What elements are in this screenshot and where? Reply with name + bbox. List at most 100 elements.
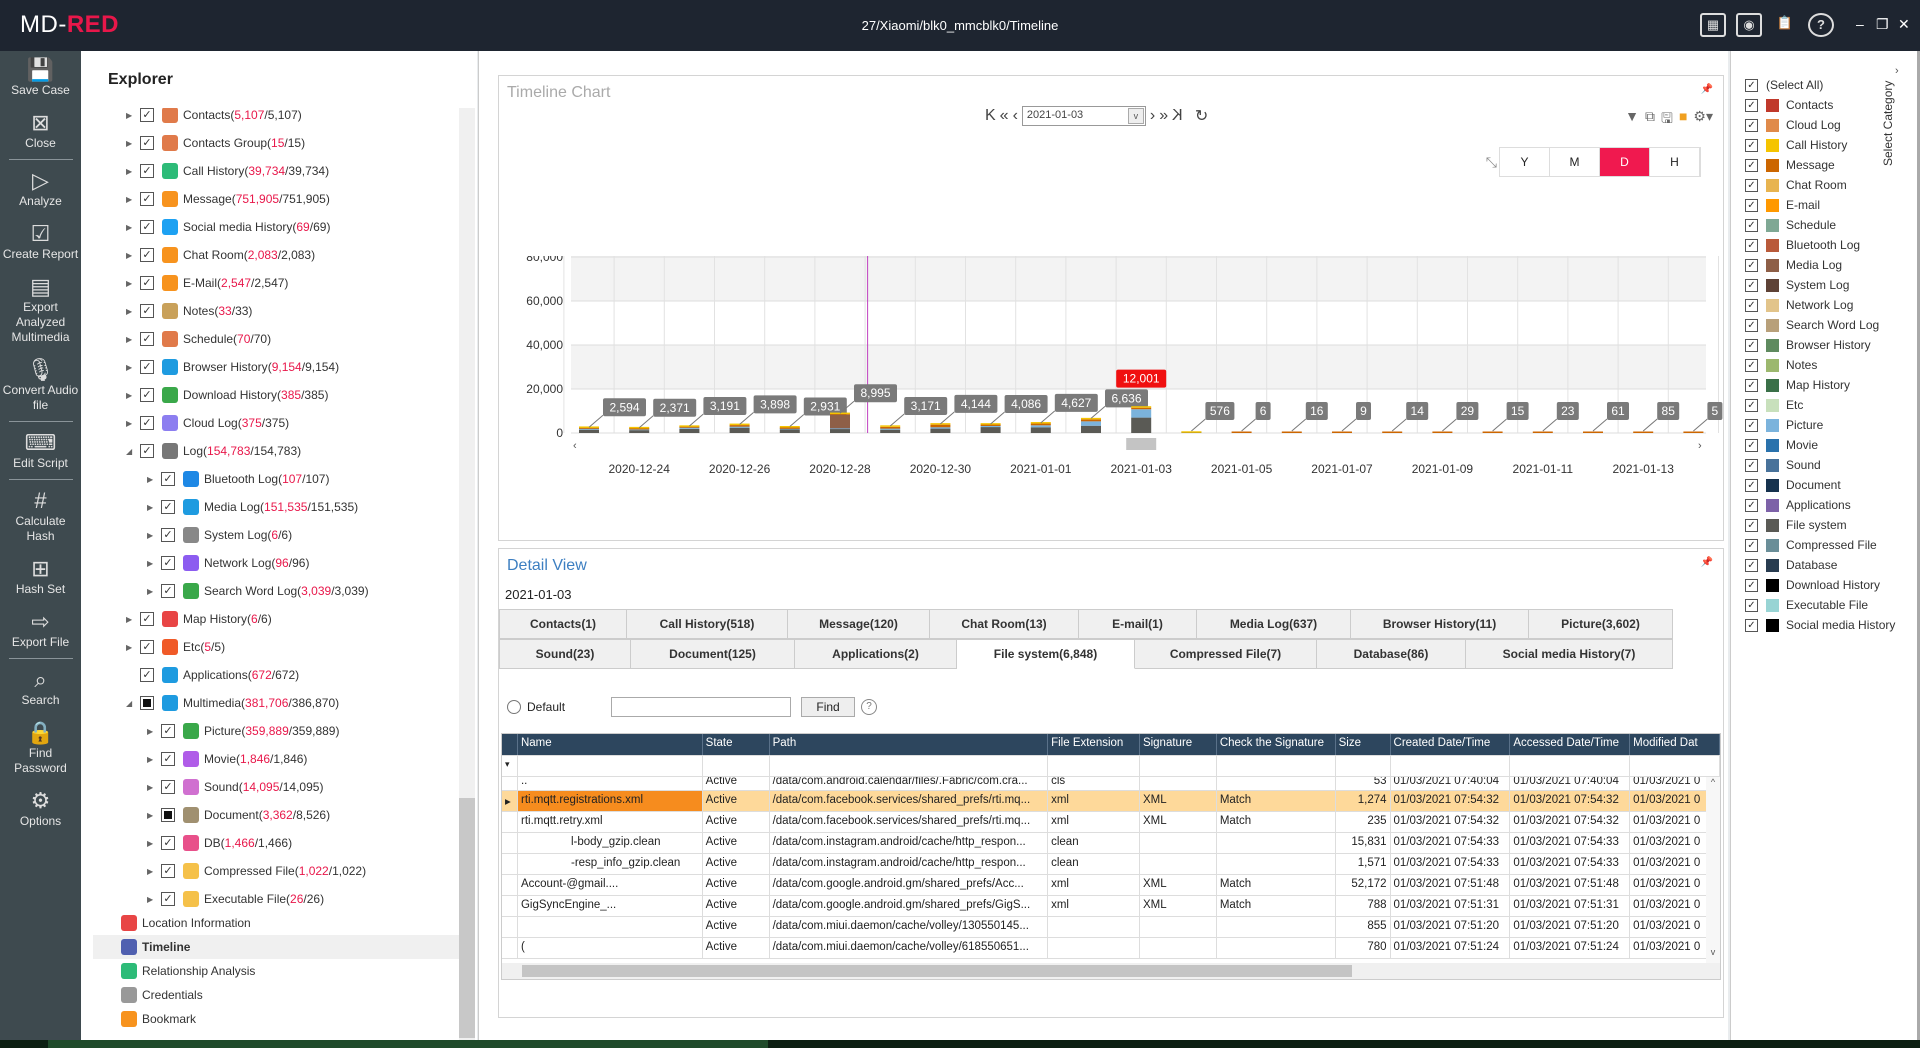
expand-arrow-icon[interactable]: ▶ <box>147 475 161 484</box>
expand-arrow-icon[interactable]: ▶ <box>126 307 140 316</box>
category-map-history[interactable]: ✓ Map History <box>1745 376 1850 394</box>
tab-compressed-file[interactable]: Compressed File(7) <box>1135 639 1317 669</box>
next-fast-button[interactable]: » <box>1159 107 1168 125</box>
scale-hour[interactable]: H <box>1650 148 1700 176</box>
tree-scroll-thumb[interactable] <box>459 798 475 1038</box>
filter-cell[interactable] <box>1336 756 1391 776</box>
tree-checkbox[interactable]: ✓ <box>140 668 154 682</box>
tree-item-applications[interactable]: ✓ Applications (672/672) <box>126 662 299 688</box>
tree-checkbox[interactable] <box>140 696 154 710</box>
filter-cell[interactable] <box>1048 756 1140 776</box>
category-call-history[interactable]: ✓ Call History <box>1745 136 1847 154</box>
nav-item-bookmark[interactable]: Bookmark <box>81 1007 447 1031</box>
tree-item-message[interactable]: ▶ ✓ Message (751,905/751,905) <box>126 186 330 212</box>
checkbox[interactable]: ✓ <box>1745 98 1758 112</box>
category-bluetooth-log[interactable]: ✓ Bluetooth Log <box>1745 236 1860 254</box>
nav-item-credentials[interactable]: Credentials <box>81 983 447 1007</box>
category-applications[interactable]: ✓ Applications <box>1745 496 1851 514</box>
tab-message[interactable]: Message(120) <box>788 609 930 639</box>
table-row[interactable]: ▸ rti.mqtt.registrations.xml Active/data/c… <box>502 791 1720 812</box>
scale-day[interactable]: D <box>1600 148 1650 176</box>
date-select[interactable]: 2021-01-03 v <box>1021 106 1146 126</box>
tree-item-etc[interactable]: ▶ ✓ Etc (5/5) <box>126 634 225 660</box>
table-vertical-scrollbar[interactable]: ^ v <box>1706 777 1720 967</box>
filter-icon[interactable]: ▼ <box>1625 108 1639 132</box>
tree-checkbox[interactable]: ✓ <box>140 388 154 402</box>
minimize-button[interactable]: – <box>1856 16 1864 32</box>
tree-item-download-history[interactable]: ▶ ✓ Download History (385/385) <box>126 382 328 408</box>
checkbox[interactable]: ✓ <box>1745 538 1758 552</box>
column-header-accessed-date-time[interactable]: Accessed Date/Time <box>1510 734 1631 755</box>
tree-scrollbar[interactable] <box>459 108 475 1040</box>
first-date-button[interactable]: K <box>985 107 996 125</box>
tree-checkbox[interactable]: ✓ <box>140 192 154 206</box>
close-button[interactable]: ✕ <box>1898 16 1910 33</box>
category-search-word-log[interactable]: ✓ Search Word Log <box>1745 316 1879 334</box>
collapse-arrow-icon[interactable]: ◢ <box>126 447 140 456</box>
monitor-icon[interactable]: ▦ <box>1700 13 1726 37</box>
tab-call-history[interactable]: Call History(518) <box>627 609 788 639</box>
tree-checkbox[interactable]: ✓ <box>140 416 154 430</box>
tree-item-db[interactable]: ▶ ✓ DB (1,466/1,466) <box>147 830 292 856</box>
tree-checkbox[interactable]: ✓ <box>161 556 175 570</box>
category-message[interactable]: ✓ Message <box>1745 156 1835 174</box>
toolbar-create-report[interactable]: ☑ Create Report <box>0 215 81 268</box>
tree-item-system-log[interactable]: ▶ ✓ System Log (6/6) <box>147 522 292 548</box>
tree-checkbox[interactable]: ✓ <box>140 164 154 178</box>
default-radio[interactable] <box>507 700 521 714</box>
expand-arrow-icon[interactable]: ▶ <box>147 867 161 876</box>
category-system-log[interactable]: ✓ System Log <box>1745 276 1849 294</box>
toolbar-find-password[interactable]: 🔒 Find Password <box>0 714 81 782</box>
expand-arrow-icon[interactable]: ▶ <box>126 615 140 624</box>
table-row[interactable]: Account-@gmail.... Active/data/com.google… <box>502 875 1720 896</box>
toolbar-options[interactable]: ⚙ Options <box>0 782 81 835</box>
prev-button[interactable]: ‹ <box>1013 107 1018 125</box>
help-icon[interactable]: ? <box>861 699 878 715</box>
clipboard-icon[interactable]: 📋 <box>1772 13 1798 37</box>
category-database[interactable]: ✓ Database <box>1745 556 1837 574</box>
tree-checkbox[interactable]: ✓ <box>140 220 154 234</box>
tree-checkbox[interactable]: ✓ <box>161 836 175 850</box>
category-document[interactable]: ✓ Document <box>1745 476 1841 494</box>
tree-item-e-mail[interactable]: ▶ ✓ E-Mail (2,547/2,547) <box>126 270 288 296</box>
tab-sound[interactable]: Sound(23) <box>499 639 631 669</box>
category-browser-history[interactable]: ✓ Browser History <box>1745 336 1871 354</box>
tree-item-contacts[interactable]: ▶ ✓ Contacts (5,107/5,107) <box>126 108 302 128</box>
tree-checkbox[interactable]: ✓ <box>161 724 175 738</box>
expand-arrow-icon[interactable]: ▶ <box>126 111 140 120</box>
find-input[interactable] <box>611 697 792 717</box>
tree-checkbox[interactable]: ✓ <box>161 892 175 906</box>
toolbar-calculate-hash[interactable]: # Calculate Hash <box>0 482 81 550</box>
expand-arrow-icon[interactable]: ▶ <box>147 811 161 820</box>
toolbar-search[interactable]: ⌕ Search <box>0 661 81 714</box>
toolbar-close[interactable]: ⊠ Close <box>0 104 81 157</box>
checkbox[interactable]: ✓ <box>1745 118 1758 132</box>
nav-item-relationship-analysis[interactable]: Relationship Analysis <box>81 959 447 983</box>
scroll-thumb[interactable] <box>522 965 1352 977</box>
tree-checkbox[interactable]: ✓ <box>161 528 175 542</box>
chevron-down-icon[interactable]: v <box>1127 108 1144 124</box>
camera-icon[interactable]: ◉ <box>1736 13 1762 37</box>
column-header-signature[interactable]: Signature <box>1140 734 1217 755</box>
scale-year[interactable]: Y <box>1500 148 1550 176</box>
tree-item-sound[interactable]: ▶ ✓ Sound (14,095/14,095) <box>147 774 323 800</box>
tree-checkbox[interactable]: ✓ <box>161 780 175 794</box>
table-row[interactable]: GigSyncEngine_... Active/data/com.google.… <box>502 896 1720 917</box>
tree-checkbox[interactable]: ✓ <box>161 500 175 514</box>
checkbox[interactable]: ✓ <box>1745 338 1758 352</box>
tab-chat-room[interactable]: Chat Room(13) <box>930 609 1079 639</box>
checkbox[interactable]: ✓ <box>1745 438 1758 452</box>
expand-arrow-icon[interactable]: ▶ <box>126 195 140 204</box>
checkbox[interactable]: ✓ <box>1745 498 1758 512</box>
tree-checkbox[interactable]: ✓ <box>140 108 154 122</box>
tree-checkbox[interactable]: ✓ <box>161 584 175 598</box>
table-horizontal-scrollbar[interactable] <box>502 963 1720 979</box>
column-header-check-the-signature[interactable]: Check the Signature <box>1217 734 1336 755</box>
checkbox[interactable]: ✓ <box>1745 618 1758 632</box>
last-date-button[interactable]: K <box>1172 107 1183 125</box>
column-header-name[interactable]: Name <box>518 734 703 755</box>
tree-item-network-log[interactable]: ▶ ✓ Network Log (96/96) <box>147 550 309 576</box>
expand-arrow-icon[interactable]: ▶ <box>147 783 161 792</box>
save-icon[interactable]: 🖫 <box>1661 108 1673 132</box>
filter-cell[interactable] <box>1217 756 1336 776</box>
